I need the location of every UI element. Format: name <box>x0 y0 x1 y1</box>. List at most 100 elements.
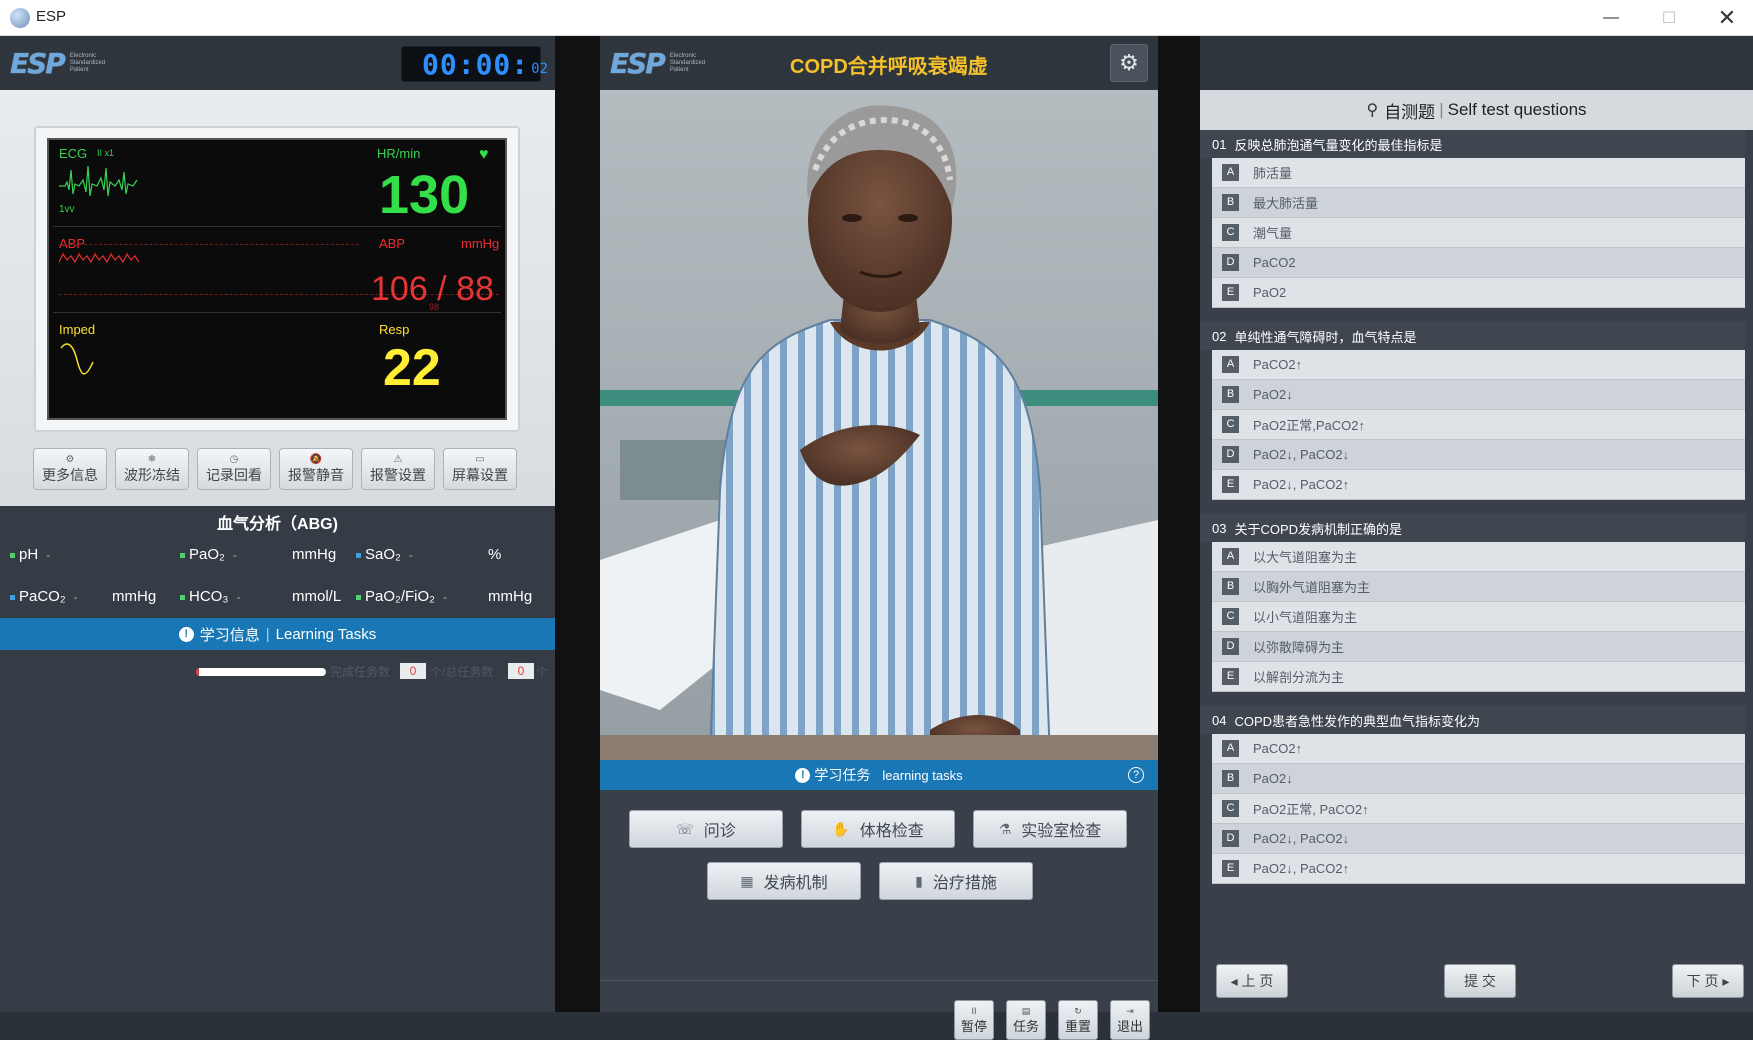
lab-test-button[interactable]: ⚗ 实验室检查 <box>973 810 1127 848</box>
monitor-screen: ECG II x1 1vv HR/min ♥ 130 ABP ABP mmHg … <box>47 138 507 420</box>
done-count: 0 <box>400 663 426 679</box>
task-button[interactable]: ▤ 任务 <box>1006 1000 1046 1040</box>
monitor-frame: ECG II x1 1vv HR/min ♥ 130 ABP ABP mmHg … <box>34 126 520 432</box>
answer-option[interactable]: E PaO2 <box>1212 278 1745 308</box>
answer-option[interactable]: D PaO2↓, PaCO2↓ <box>1212 440 1745 470</box>
exit-button[interactable]: ⇥ 退出 <box>1110 1000 1150 1040</box>
option-text: 肺活量 <box>1253 166 1293 181</box>
abp-waveform <box>59 252 139 264</box>
monitor-panel: ESP Electronic Standardized Patient 00:0… <box>0 36 555 1012</box>
treatment-button[interactable]: ▮ 治疗措施 <box>879 862 1033 900</box>
answer-option[interactable]: C PaO2正常,PaCO2↑ <box>1212 410 1745 440</box>
next-page-button[interactable]: 下 页 ▸ <box>1672 964 1744 998</box>
patient-scene-panel: ESP Electronic Standardized Patient COPD… <box>600 36 1158 1040</box>
left-header: ESP Electronic Standardized Patient 00:0… <box>0 36 555 90</box>
screen-settings-button[interactable]: ▭ 屏幕设置 <box>443 448 517 490</box>
settings-icon: ⚙ <box>65 453 75 465</box>
hr-label: HR/min <box>377 146 421 161</box>
right-header <box>1200 36 1753 90</box>
question-block: 04 COPD患者急性发作的典型血气指标变化为 A PaCO2↑ B PaO2↓ C PaO… <box>1200 706 1745 884</box>
option-text: 潮气量 <box>1253 226 1293 241</box>
answer-option[interactable]: B 以胸外气道阻塞为主 <box>1212 572 1745 602</box>
option-letter: D <box>1222 830 1239 847</box>
option-letter: A <box>1222 548 1239 565</box>
exit-icon: ⇥ <box>1126 1005 1134 1016</box>
answer-option[interactable]: B PaO2↓ <box>1212 380 1745 410</box>
answer-option[interactable]: C 潮气量 <box>1212 218 1745 248</box>
answer-option[interactable]: A PaCO2↑ <box>1212 734 1745 764</box>
app-icon <box>10 8 30 28</box>
resp-value: 22 <box>383 339 441 397</box>
option-letter: A <box>1222 164 1239 181</box>
option-letter: A <box>1222 740 1239 757</box>
more-info-button[interactable]: ⚙ 更多信息 <box>33 448 107 490</box>
minimize-button[interactable]: — <box>1588 2 1634 34</box>
screen-icon: ▭ <box>475 453 485 465</box>
session-timer: 00:00: 02 <box>401 46 548 82</box>
ecg-sub-label: II x1 <box>97 148 115 158</box>
list-icon: ▤ <box>1021 1005 1031 1016</box>
info-icon: ! <box>178 626 194 642</box>
answer-option[interactable]: A 肺活量 <box>1212 158 1745 188</box>
physical-exam-button[interactable]: ✋ 体格检查 <box>801 810 955 848</box>
phone-icon: ☏ <box>676 820 694 837</box>
done-label: 完成任务数 <box>330 665 391 679</box>
patient-illustration <box>600 90 1158 760</box>
self-test-panel: ⚲ 自测题 | Self test questions 01 反映总肺泡通气量变化的最… <box>1200 36 1753 1012</box>
option-letter: B <box>1222 194 1239 211</box>
divider <box>53 312 501 313</box>
question-text: 03 关于COPD发病机制正确的是 <box>1200 514 1745 542</box>
close-button[interactable]: ✕ <box>1704 2 1750 34</box>
answer-option[interactable]: E PaO2↓, PaCO2↑ <box>1212 470 1745 500</box>
option-text: 以大气道阻塞为主 <box>1253 550 1358 565</box>
prev-page-button[interactable]: ◂ 上 页 <box>1216 964 1288 998</box>
answer-option[interactable]: A PaCO2↑ <box>1212 350 1745 380</box>
ecg-label: ECG <box>59 146 88 161</box>
option-text: 以解剖分流为主 <box>1253 670 1345 685</box>
answer-option[interactable]: B PaO2↓ <box>1212 764 1745 794</box>
option-letter: E <box>1222 668 1239 685</box>
ecg-waveform <box>59 165 138 197</box>
answer-option[interactable]: D 以弥散障碍为主 <box>1212 632 1745 662</box>
answer-option[interactable]: E 以解剖分流为主 <box>1212 662 1745 692</box>
answer-option[interactable]: A 以大气道阻塞为主 <box>1212 542 1745 572</box>
alarm-mute-button[interactable]: 🔕 报警静音 <box>279 448 353 490</box>
divider <box>600 980 1158 981</box>
answer-option[interactable]: C 以小气道阻塞为主 <box>1212 602 1745 632</box>
option-letter: C <box>1222 224 1239 241</box>
maximize-button[interactable]: ☐ <box>1646 2 1692 34</box>
record-review-button[interactable]: ◷ 记录回看 <box>197 448 271 490</box>
alarm-settings-button[interactable]: ⚠ 报警设置 <box>361 448 435 490</box>
option-letter: E <box>1222 476 1239 493</box>
option-text: PaO2正常, PaCO2↑ <box>1253 802 1369 817</box>
answer-option[interactable]: E PaO2↓, PaCO2↑ <box>1212 854 1745 884</box>
option-text: PaO2正常,PaCO2↑ <box>1253 418 1365 433</box>
answer-option[interactable]: C PaO2正常, PaCO2↑ <box>1212 794 1745 824</box>
option-letter: D <box>1222 254 1239 271</box>
window-title: ESP <box>36 8 67 25</box>
pause-button[interactable]: II 暂停 <box>954 1000 994 1040</box>
reset-button[interactable]: ↻ 重置 <box>1058 1000 1098 1040</box>
pathogenesis-button[interactable]: ▦ 发病机制 <box>707 862 861 900</box>
question-block: 02 单纯性通气障碍时，血气特点是 A PaCO2↑ B PaO2↓ C PaO2正常,PaC… <box>1200 322 1745 500</box>
total-suffix: 个 <box>536 665 549 679</box>
help-icon[interactable]: ? <box>1128 767 1144 783</box>
esp-logo: ESP Electronic Standardized Patient <box>10 46 106 80</box>
option-text: PaO2↓, PaCO2↑ <box>1253 477 1350 492</box>
heart-icon: ♥ <box>479 146 489 163</box>
submit-button[interactable]: 提 交 <box>1444 964 1516 998</box>
freeze-waveform-button[interactable]: ❄ 波形冻结 <box>115 448 189 490</box>
answer-option[interactable]: B 最大肺活量 <box>1212 188 1745 218</box>
inquiry-button[interactable]: ☏ 问诊 <box>629 810 783 848</box>
patient-3d-view[interactable] <box>600 90 1158 760</box>
answer-option[interactable]: D PaO2↓, PaCO2↓ <box>1212 824 1745 854</box>
option-letter: D <box>1222 638 1239 655</box>
gear-icon[interactable]: ⚙ <box>1110 44 1148 82</box>
warning-icon: ⚠ <box>393 453 403 465</box>
clock-icon: ◷ <box>229 453 239 465</box>
option-letter: C <box>1222 416 1239 433</box>
option-letter: E <box>1222 860 1239 877</box>
question-text: 01 反映总肺泡通气量变化的最佳指标是 <box>1200 130 1745 158</box>
answer-option[interactable]: D PaCO2 <box>1212 248 1745 278</box>
total-label: 个/总任务数 <box>430 665 494 679</box>
